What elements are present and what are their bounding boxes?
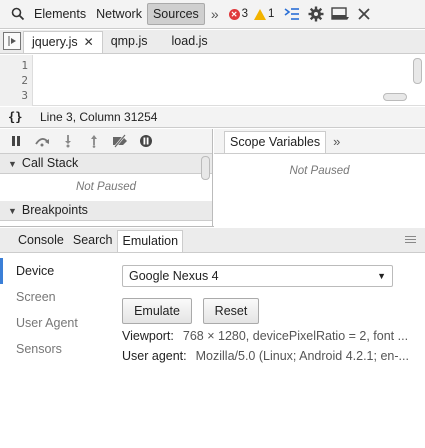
file-tab-jquery[interactable]: jquery.js ✕ [23, 31, 103, 53]
emulation-panel: Device Screen User Agent Sensors Google … [0, 254, 425, 448]
scope-tabs: Scope Variables » [214, 129, 425, 154]
scope-panel: Scope Variables » Not Paused [214, 129, 425, 227]
line-number-gutter: 1 2 3 [0, 55, 33, 106]
pause-icon[interactable] [4, 130, 28, 152]
step-out-icon[interactable] [82, 130, 106, 152]
error-icon: ✕ [228, 8, 240, 20]
tab-network[interactable]: Network [91, 3, 147, 25]
expand-triangle-icon: ▼ [8, 159, 17, 169]
gear-icon[interactable] [304, 3, 328, 25]
device-settings: Google Nexus 4 ▼ Emulate Reset Viewport:… [122, 254, 425, 448]
emulate-button[interactable]: Emulate [122, 298, 192, 324]
sidebar-item-device[interactable]: Device [0, 258, 104, 284]
navigator-toggle-icon[interactable] [3, 32, 21, 50]
vertical-scrollbar[interactable] [413, 58, 422, 84]
file-tab-qmp[interactable]: qmp.js [103, 31, 156, 53]
call-stack-header[interactable]: ▼ Call Stack [0, 154, 212, 174]
line-number: 1 [21, 59, 28, 72]
close-icon[interactable] [352, 3, 376, 25]
file-tab-load[interactable]: load.js [164, 31, 216, 53]
console-prompt-icon[interactable] [280, 3, 304, 25]
file-tab-label: jquery.js [32, 35, 78, 49]
tab-emulation[interactable]: Emulation [117, 230, 184, 252]
sidebar-item-sensors[interactable]: Sensors [0, 336, 104, 362]
call-stack-status: Not Paused [75, 181, 137, 193]
step-over-icon[interactable] [30, 130, 54, 152]
breakpoints-label: Breakpoints [21, 203, 88, 217]
source-file-tabs: jquery.js ✕ qmp.js load.js [0, 30, 425, 54]
debugger-area: ▼ Call Stack Not Paused ▼ Breakpoints Scop… [0, 129, 425, 227]
pause-on-exceptions-icon[interactable] [134, 130, 158, 152]
more-tabs-icon[interactable]: » [211, 6, 219, 22]
warning-icon [254, 8, 267, 20]
main-toolbar: Elements Network Sources » ✕ 3 1 [0, 0, 425, 29]
breakpoints-header[interactable]: ▼ Breakpoints [0, 201, 212, 221]
tab-console[interactable]: Console [14, 230, 68, 252]
call-stack-label: Call Stack [21, 156, 79, 170]
deactivate-breakpoints-icon[interactable] [108, 130, 132, 152]
viewport-label: Viewport: [122, 329, 174, 343]
close-tab-icon[interactable]: ✕ [84, 35, 94, 49]
horizontal-scrollbar[interactable] [383, 93, 407, 101]
drawer-menu-icon[interactable] [405, 236, 416, 245]
search-icon[interactable] [7, 3, 29, 25]
line-number: 2 [21, 74, 28, 87]
sidebar-item-user-agent[interactable]: User Agent [0, 310, 104, 336]
viewport-value: 768 × 1280, devicePixelRatio = 2, font .… [182, 329, 409, 343]
more-panes-icon[interactable]: » [333, 134, 340, 149]
cursor-position: Line 3, Column 31254 [40, 110, 158, 124]
device-select-value: Google Nexus 4 [129, 269, 219, 283]
user-agent-label: User agent: [122, 349, 187, 363]
tab-scope-variables[interactable]: Scope Variables [224, 131, 327, 153]
sidebar-item-screen[interactable]: Screen [0, 284, 104, 310]
chevron-down-icon: ▼ [377, 271, 386, 281]
expand-triangle-icon: ▼ [8, 206, 17, 216]
scope-status: Not Paused [289, 165, 350, 177]
debugger-sidebar: ▼ Call Stack Not Paused ▼ Breakpoints [0, 129, 213, 227]
dock-side-icon[interactable] [328, 3, 352, 25]
warning-count: 1 [268, 8, 275, 20]
user-agent-value: Mozilla/5.0 (Linux; Android 4.2.1; en-..… [195, 349, 409, 363]
viewport-info: Viewport: 768 × 1280, devicePixelRatio = … [122, 329, 425, 343]
debugger-toolbar [0, 129, 212, 154]
drawer-tab-bar: Console Search Emulation [0, 228, 425, 253]
editor-status-bar: {} Line 3, Column 31254 [0, 107, 425, 128]
warning-count-badge[interactable]: 1 [254, 8, 274, 20]
emulation-sidebar: Device Screen User Agent Sensors [0, 254, 104, 448]
user-agent-info: User agent: Mozilla/5.0 (Linux; Android 4… [122, 349, 425, 363]
device-select[interactable]: Google Nexus 4 ▼ [122, 265, 393, 287]
error-count: 3 [241, 8, 249, 20]
pretty-print-button[interactable]: {} [8, 110, 30, 124]
error-count-badge[interactable]: ✕ 3 [228, 8, 249, 20]
reset-button[interactable]: Reset [203, 298, 259, 324]
line-number: 3 [21, 89, 28, 102]
tab-elements[interactable]: Elements [29, 3, 91, 25]
step-into-icon[interactable] [56, 130, 80, 152]
tab-search[interactable]: Search [69, 230, 117, 252]
sidebar-scrollbar[interactable] [201, 156, 210, 180]
tab-sources[interactable]: Sources [146, 3, 205, 25]
code-editor[interactable]: 1 2 3 [0, 55, 425, 106]
